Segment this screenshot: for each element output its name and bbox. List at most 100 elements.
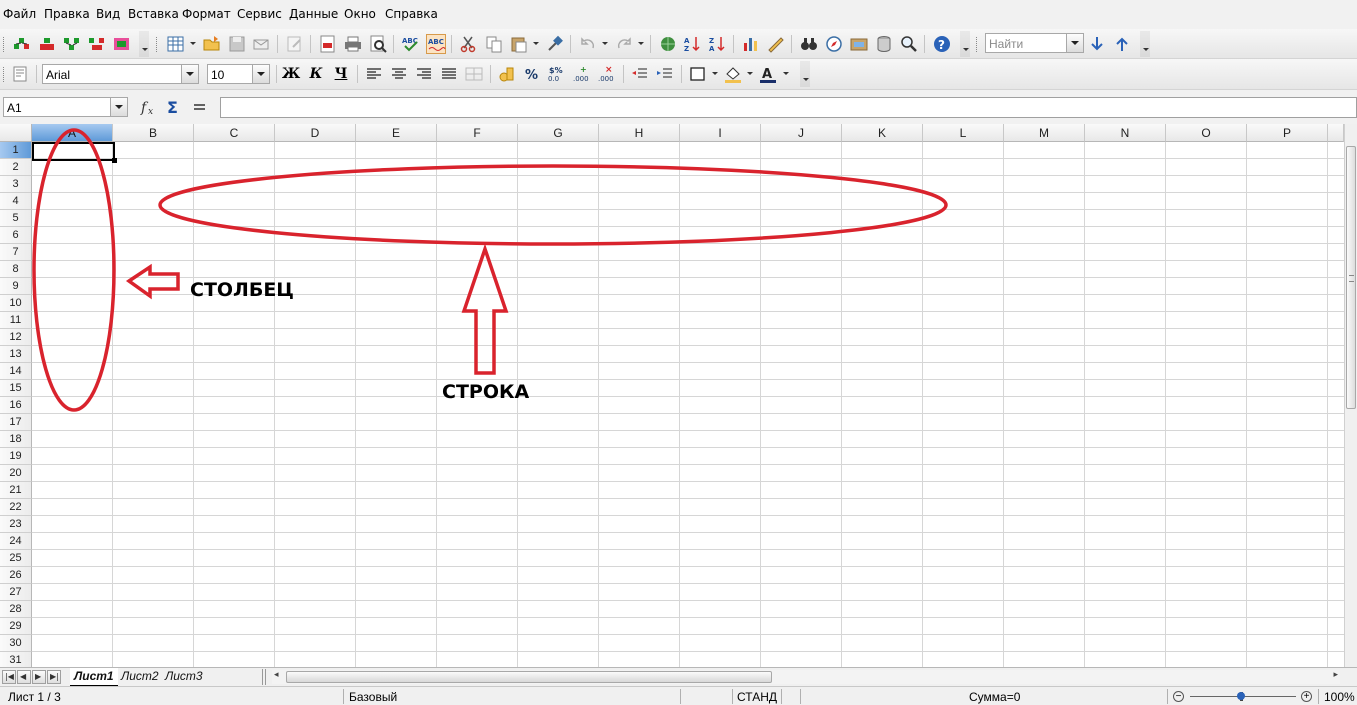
row-header[interactable]: 4: [0, 193, 32, 210]
find-dropdown-button[interactable]: [1066, 34, 1083, 52]
toolbar-grip[interactable]: [3, 67, 7, 82]
borders-icon[interactable]: [688, 64, 708, 84]
last-sheet-button[interactable]: ▶|: [47, 670, 61, 684]
scroll-right-icon[interactable]: ▸: [1333, 670, 1338, 680]
toolbar-grip[interactable]: [3, 37, 7, 52]
justify-icon[interactable]: [439, 64, 459, 84]
slide-group-icon-2[interactable]: [37, 34, 57, 54]
paste-dropdown[interactable]: [533, 42, 539, 45]
cell-grid[interactable]: [32, 142, 1344, 667]
row-header[interactable]: 28: [0, 601, 32, 618]
row-header[interactable]: 12: [0, 329, 32, 346]
underline-button[interactable]: Ч: [331, 64, 351, 84]
menu-tools[interactable]: Сервис: [237, 7, 282, 21]
undo-icon[interactable]: [578, 34, 598, 54]
align-left-icon[interactable]: [364, 64, 384, 84]
sum-icon[interactable]: Σ: [164, 97, 184, 117]
clone-format-icon[interactable]: [545, 34, 565, 54]
open-icon[interactable]: [202, 34, 222, 54]
row-header[interactable]: 13: [0, 346, 32, 363]
merge-cells-icon[interactable]: [464, 64, 484, 84]
increase-indent-icon[interactable]: [655, 64, 675, 84]
data-sources-icon[interactable]: [874, 34, 894, 54]
slide-group-icon-4[interactable]: [87, 34, 107, 54]
tab-splitter[interactable]: [262, 669, 266, 685]
equals-icon[interactable]: [190, 97, 210, 117]
column-header[interactable]: K: [842, 124, 923, 142]
column-header[interactable]: L: [923, 124, 1004, 142]
chart-icon[interactable]: [741, 34, 761, 54]
row-header[interactable]: 1: [0, 142, 32, 159]
row-header[interactable]: 24: [0, 533, 32, 550]
sort-descending-icon[interactable]: ZA: [708, 34, 728, 54]
navigator-icon[interactable]: [824, 34, 844, 54]
menu-edit[interactable]: Правка: [44, 7, 90, 21]
row-header[interactable]: 19: [0, 448, 32, 465]
sort-ascending-icon[interactable]: AZ: [683, 34, 703, 54]
number-format-icon[interactable]: $% 0.0: [547, 64, 567, 84]
row-header[interactable]: 3: [0, 176, 32, 193]
previous-sheet-button[interactable]: ◀: [17, 670, 31, 684]
gallery-icon[interactable]: [849, 34, 869, 54]
column-header[interactable]: B: [113, 124, 194, 142]
spellcheck-icon[interactable]: ABC: [401, 34, 421, 54]
column-header[interactable]: P: [1247, 124, 1328, 142]
copy-icon[interactable]: [484, 34, 504, 54]
redo-dropdown[interactable]: [638, 42, 644, 45]
cut-icon[interactable]: [459, 34, 479, 54]
menu-view[interactable]: Вид: [96, 7, 120, 21]
column-header[interactable]: O: [1166, 124, 1247, 142]
undo-dropdown[interactable]: [602, 42, 608, 45]
vertical-scroll-thumb[interactable]: [1346, 146, 1356, 409]
percent-format-icon[interactable]: %: [522, 64, 542, 84]
find-input[interactable]: Найти: [985, 33, 1084, 53]
column-header[interactable]: D: [275, 124, 356, 142]
decrease-indent-icon[interactable]: [630, 64, 650, 84]
column-header[interactable]: G: [518, 124, 599, 142]
horizontal-scrollbar[interactable]: ◂ ▸: [272, 670, 1340, 684]
menu-window[interactable]: Окно: [344, 7, 376, 21]
zoom-in-icon[interactable]: +: [1301, 691, 1312, 702]
menu-help[interactable]: Справка: [385, 7, 438, 21]
zoom-icon[interactable]: [899, 34, 919, 54]
row-header[interactable]: 20: [0, 465, 32, 482]
menu-format[interactable]: Формат: [182, 7, 231, 21]
font-name-dropdown-button[interactable]: [181, 65, 198, 83]
column-header[interactable]: E: [356, 124, 437, 142]
add-decimal-icon[interactable]: + .000: [572, 64, 592, 84]
row-header[interactable]: 14: [0, 363, 32, 380]
row-header[interactable]: 6: [0, 227, 32, 244]
row-header[interactable]: 10: [0, 295, 32, 312]
column-header[interactable]: J: [761, 124, 842, 142]
font-name-select[interactable]: Arial: [42, 64, 199, 84]
column-header[interactable]: I: [680, 124, 761, 142]
toolbar-grip[interactable]: [156, 37, 160, 52]
paste-icon[interactable]: [509, 34, 529, 54]
row-header[interactable]: 8: [0, 261, 32, 278]
pdf-export-icon[interactable]: [318, 34, 338, 54]
background-color-dropdown[interactable]: [747, 72, 753, 75]
align-right-icon[interactable]: [414, 64, 434, 84]
font-size-select[interactable]: 10: [207, 64, 270, 84]
column-header[interactable]: H: [599, 124, 680, 142]
row-header[interactable]: 15: [0, 380, 32, 397]
column-header[interactable]: N: [1085, 124, 1166, 142]
align-center-icon[interactable]: [389, 64, 409, 84]
email-icon[interactable]: [252, 34, 272, 54]
toolbar-overflow-button[interactable]: [800, 61, 810, 87]
menu-insert[interactable]: Вставка: [128, 7, 179, 21]
redo-icon[interactable]: [614, 34, 634, 54]
bold-button[interactable]: Ж: [281, 64, 301, 84]
column-header[interactable]: A: [32, 124, 113, 142]
page-style[interactable]: Базовый: [349, 690, 397, 704]
toolbar-overflow-button[interactable]: [139, 31, 149, 57]
formula-input[interactable]: [220, 97, 1357, 118]
currency-format-icon[interactable]: [497, 64, 517, 84]
insert-object-icon[interactable]: [166, 34, 186, 54]
row-header[interactable]: 21: [0, 482, 32, 499]
row-header[interactable]: 9: [0, 278, 32, 295]
borders-dropdown[interactable]: [712, 72, 718, 75]
row-header[interactable]: 31: [0, 652, 32, 667]
print-preview-icon[interactable]: [368, 34, 388, 54]
sheet-tab-1[interactable]: Лист1: [70, 668, 118, 687]
